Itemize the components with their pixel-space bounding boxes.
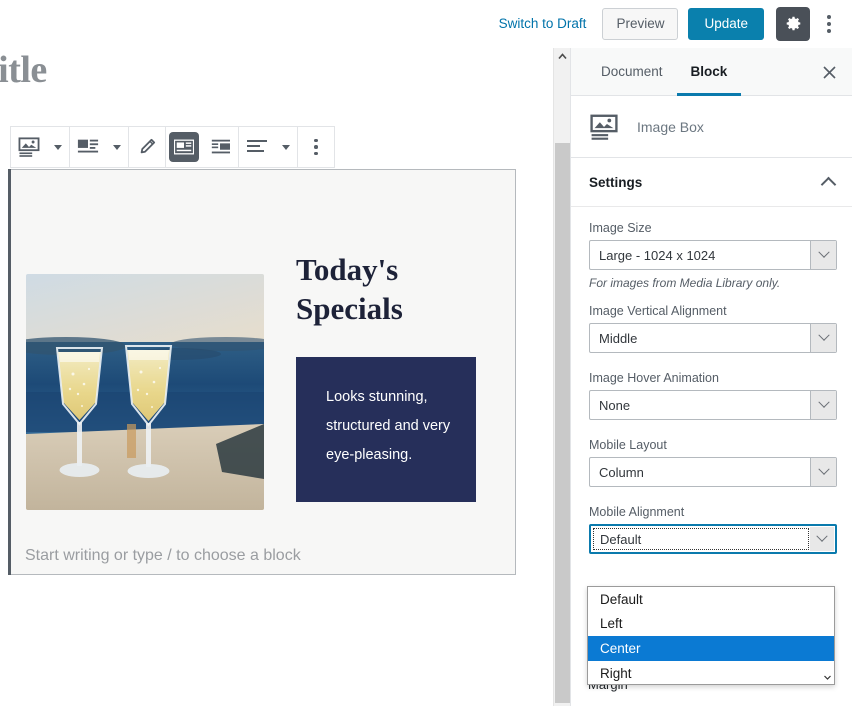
editor-scrollbar[interactable] bbox=[553, 48, 570, 706]
gear-icon bbox=[786, 16, 800, 31]
toolbar-group-image-align bbox=[166, 127, 239, 167]
toolbar-group-block-type bbox=[11, 127, 70, 167]
image-vertical-alignment-label: Image Vertical Alignment bbox=[589, 304, 727, 318]
chevron-up-icon bbox=[557, 53, 567, 60]
close-icon bbox=[822, 65, 836, 79]
kebab-menu-icon bbox=[314, 138, 318, 143]
block-name-label: Image Box bbox=[637, 118, 704, 135]
editor-canvas: title bbox=[0, 48, 553, 706]
layout-dropdown-button[interactable] bbox=[106, 127, 128, 167]
champagne-glasses-image bbox=[26, 274, 264, 510]
switch-to-draft-link[interactable]: Switch to Draft bbox=[499, 16, 587, 31]
field-mobile-alignment: Mobile Alignment Default bbox=[571, 505, 852, 554]
block-toolbar bbox=[10, 126, 335, 168]
pencil-icon bbox=[140, 138, 156, 154]
field-mobile-layout: Mobile Layout Column bbox=[571, 438, 852, 487]
image-box-photo[interactable] bbox=[26, 274, 264, 510]
text-align-button[interactable] bbox=[239, 127, 275, 167]
kebab-menu-icon bbox=[827, 14, 831, 19]
scrollbar-thumb[interactable] bbox=[555, 143, 570, 703]
update-button[interactable]: Update bbox=[688, 7, 764, 40]
post-title[interactable]: title bbox=[0, 48, 47, 92]
image-vertical-alignment-select[interactable]: Middle bbox=[589, 323, 837, 353]
block-more-options-button[interactable] bbox=[298, 127, 334, 167]
close-sidebar-button[interactable] bbox=[818, 61, 840, 83]
image-align-right-button[interactable] bbox=[202, 127, 238, 167]
chevron-down-icon bbox=[54, 144, 62, 150]
layout-button[interactable] bbox=[70, 127, 106, 167]
dropdown-option-center[interactable]: Center bbox=[588, 636, 834, 661]
scroll-up-button[interactable] bbox=[554, 48, 570, 65]
chevron-up-icon bbox=[820, 176, 837, 192]
field-image-vertical-alignment: Image Vertical Alignment Middle bbox=[571, 304, 852, 353]
chevron-down-icon[interactable] bbox=[810, 527, 834, 551]
image-box-block[interactable]: Today's Specials Looks stunning, structu… bbox=[11, 169, 516, 575]
dropdown-option-default[interactable]: Default bbox=[588, 587, 834, 612]
image-size-label: Image Size bbox=[589, 221, 652, 235]
editor-top-bar: Switch to Draft Preview Update bbox=[0, 0, 852, 48]
mobile-layout-value: Column bbox=[599, 464, 644, 480]
chevron-down-icon[interactable] bbox=[810, 458, 836, 486]
tab-document[interactable]: Document bbox=[587, 49, 677, 96]
mobile-alignment-label: Mobile Alignment bbox=[589, 505, 685, 519]
image-size-select[interactable]: Large - 1024 x 1024 bbox=[589, 240, 837, 270]
block-type-button[interactable] bbox=[11, 127, 47, 167]
toolbar-group-more bbox=[298, 127, 334, 167]
empty-paragraph-placeholder[interactable]: Start writing or type / to choose a bloc… bbox=[25, 547, 301, 565]
kebab-menu-icon bbox=[314, 145, 318, 149]
image-vertical-alignment-value: Middle bbox=[599, 330, 638, 346]
image-size-value: Large - 1024 x 1024 bbox=[599, 247, 716, 263]
toolbar-group-text-align bbox=[239, 127, 298, 167]
mobile-layout-label: Mobile Layout bbox=[589, 438, 667, 452]
image-box-icon bbox=[18, 137, 40, 157]
sidebar-tabs: Document Block bbox=[571, 48, 852, 96]
block-type-dropdown-button[interactable] bbox=[47, 127, 69, 167]
settings-panel-header[interactable]: Settings bbox=[571, 158, 852, 207]
dropdown-option-left[interactable]: Left bbox=[588, 612, 834, 637]
field-image-hover-animation: Image Hover Animation None bbox=[571, 371, 852, 420]
image-align-left-button[interactable] bbox=[166, 127, 202, 167]
image-box-icon bbox=[590, 114, 618, 140]
mobile-alignment-value: Default bbox=[593, 528, 809, 550]
chevron-down-icon[interactable] bbox=[810, 391, 836, 419]
image-hover-animation-select[interactable]: None bbox=[589, 390, 837, 420]
settings-panel-title: Settings bbox=[589, 174, 643, 190]
image-right-icon bbox=[211, 139, 230, 154]
mobile-layout-select[interactable]: Column bbox=[589, 457, 837, 487]
dropdown-option-right[interactable]: Right bbox=[588, 661, 834, 686]
text-align-left-icon bbox=[247, 140, 267, 152]
chevron-down-icon bbox=[824, 675, 831, 680]
kebab-menu-icon bbox=[827, 21, 831, 26]
image-box-content: Today's Specials Looks stunning, structu… bbox=[296, 250, 494, 502]
wordpress-block-editor: Switch to Draft Preview Update title bbox=[0, 0, 852, 706]
mobile-alignment-select[interactable]: Default bbox=[589, 524, 837, 554]
image-hover-animation-label: Image Hover Animation bbox=[589, 371, 719, 385]
mobile-alignment-dropdown-list[interactable]: Default Left Center Right bbox=[587, 586, 835, 685]
layout-image-left-icon bbox=[77, 139, 99, 153]
edit-image-button[interactable] bbox=[129, 127, 165, 167]
tab-block[interactable]: Block bbox=[676, 49, 742, 96]
kebab-menu-icon bbox=[827, 28, 831, 33]
chevron-down-icon[interactable] bbox=[810, 241, 836, 269]
chevron-down-icon bbox=[282, 144, 290, 150]
toolbar-group-layout bbox=[70, 127, 129, 167]
image-left-icon bbox=[174, 139, 194, 155]
chevron-down-icon bbox=[113, 144, 121, 150]
chevron-down-icon[interactable] bbox=[810, 324, 836, 352]
margin-collapse-icon[interactable] bbox=[826, 680, 832, 699]
toolbar-group-edit bbox=[129, 127, 166, 167]
image-box-description[interactable]: Looks stunning, structured and very eye-… bbox=[296, 356, 476, 502]
image-size-help-text: For images from Media Library only. bbox=[589, 276, 781, 290]
image-hover-animation-value: None bbox=[599, 397, 631, 413]
preview-button[interactable]: Preview bbox=[602, 7, 679, 40]
more-options-button[interactable] bbox=[816, 7, 842, 41]
block-info-card: Image Box bbox=[571, 96, 852, 158]
settings-gear-button[interactable] bbox=[776, 6, 810, 41]
text-align-dropdown-button[interactable] bbox=[275, 127, 297, 167]
field-image-size: Image Size Large - 1024 x 1024 For image… bbox=[571, 221, 852, 290]
dropdown-scroll-down-button[interactable] bbox=[822, 672, 833, 683]
kebab-menu-icon bbox=[314, 151, 318, 156]
image-box-heading[interactable]: Today's Specials bbox=[296, 250, 494, 329]
